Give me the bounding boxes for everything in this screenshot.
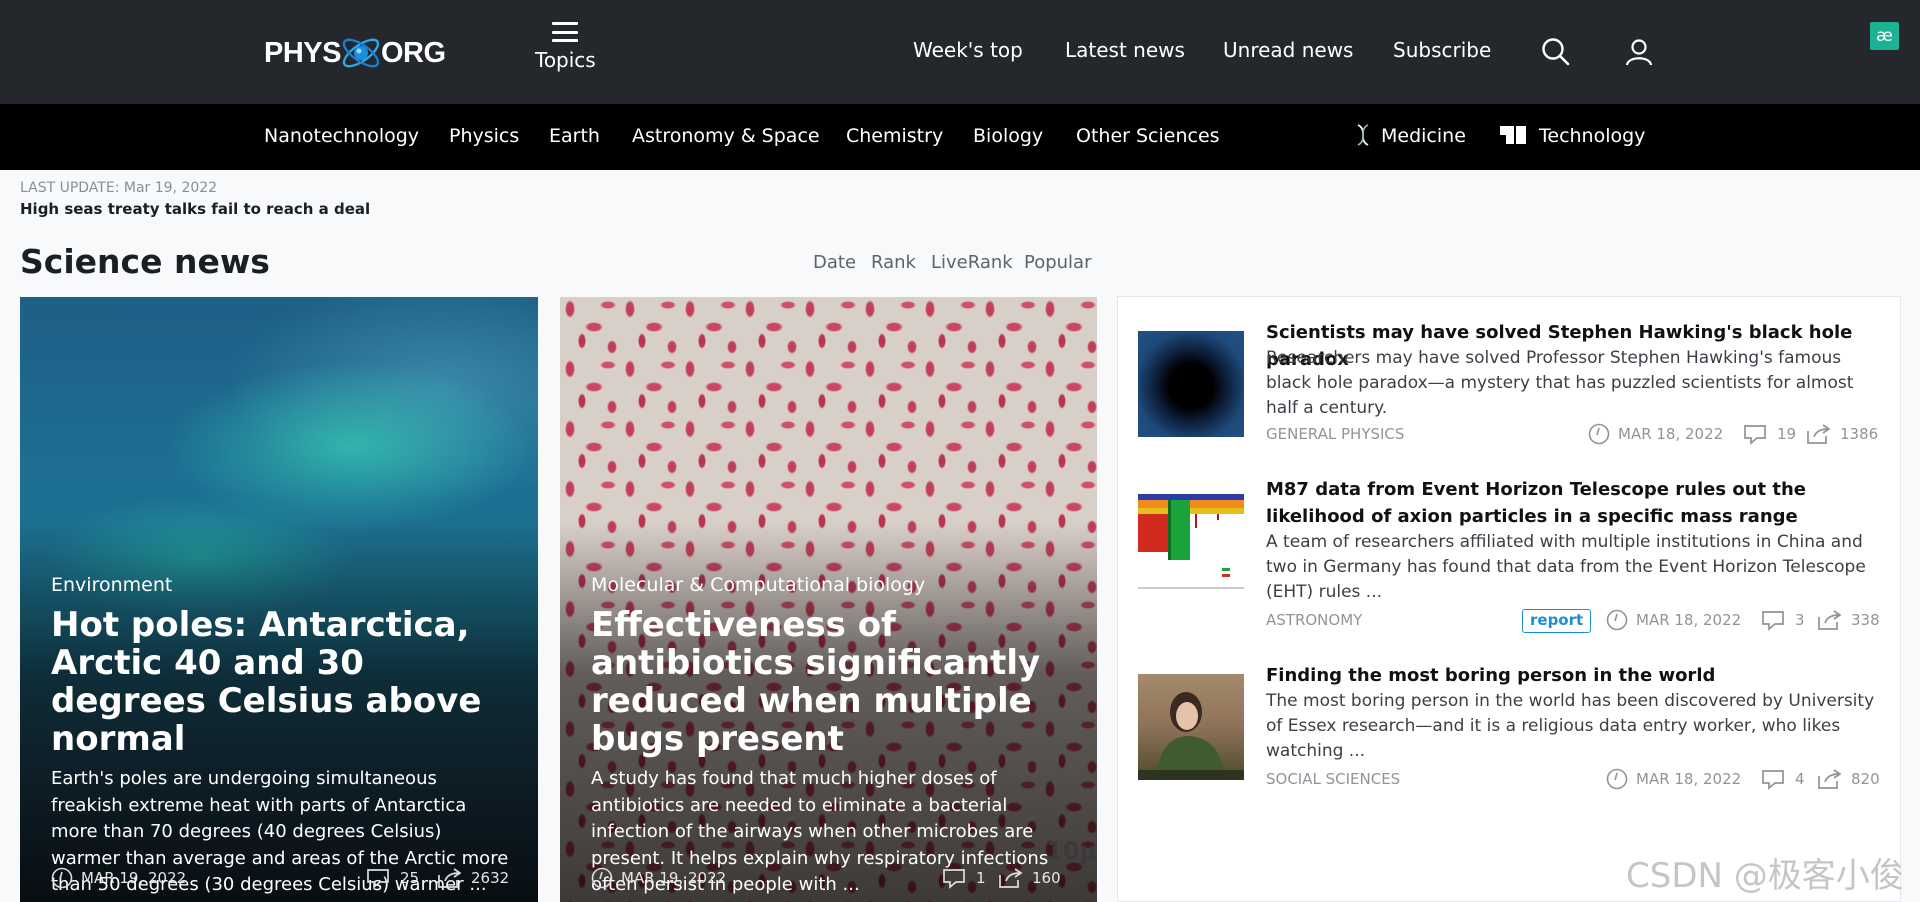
category-chemistry[interactable]: Chemistry: [846, 125, 943, 147]
card-meta: MAR 19, 2022 1 160: [591, 867, 1067, 889]
comment-icon: [367, 869, 389, 889]
thumbnail-black-hole[interactable]: [1138, 331, 1244, 437]
clock-icon: [1588, 423, 1610, 445]
logo-text-left: PHYS: [264, 36, 341, 69]
user-icon[interactable]: [1623, 36, 1655, 68]
topics-menu-button[interactable]: Topics: [535, 22, 596, 72]
clock-icon: [51, 867, 73, 889]
share-icon: [1818, 610, 1842, 630]
category-astronomy-space[interactable]: Astronomy & Space: [632, 125, 820, 147]
category-biology[interactable]: Biology: [973, 125, 1043, 147]
category-earth[interactable]: Earth: [549, 125, 600, 147]
list-item-category[interactable]: GENERAL PHYSICS: [1266, 425, 1404, 443]
clock-icon: [1606, 609, 1628, 631]
ae-extension-icon[interactable]: æ: [1870, 22, 1899, 50]
atom-logo-icon: [342, 38, 380, 68]
thumbnail-person[interactable]: [1138, 674, 1244, 780]
list-item-shares[interactable]: 338: [1817, 609, 1880, 631]
watermark: CSDN @极客小俊: [1626, 856, 1904, 896]
topics-label: Topics: [535, 48, 596, 72]
list-item-summary: The most boring person in the world has …: [1266, 691, 1875, 761]
dna-icon: [1357, 124, 1369, 146]
card-comments[interactable]: 25: [366, 867, 419, 889]
list-item-date: MAR 18, 2022: [1606, 609, 1741, 631]
thumbnail-axion-plot[interactable]: [1138, 488, 1244, 594]
card-date: MAR 19, 2022: [51, 867, 186, 889]
card-title[interactable]: Hot poles: Antarctica, Arctic 40 and 30 …: [51, 606, 510, 758]
list-item-comments[interactable]: 3: [1761, 609, 1805, 631]
list-item-summary: A team of researchers affiliated with mu…: [1266, 532, 1866, 602]
list-item-category[interactable]: ASTRONOMY: [1266, 611, 1362, 629]
nav-latest-news[interactable]: Latest news: [1065, 38, 1185, 62]
list-item-title[interactable]: M87 data from Event Horizon Telescope ru…: [1266, 476, 1876, 530]
comment-icon: [1762, 611, 1784, 631]
sort-tab-date[interactable]: Date: [813, 252, 856, 273]
feature-card[interactable]: Environment Hot poles: Antarctica, Arcti…: [20, 297, 538, 902]
category-bar: Nanotechnology Physics Earth Astronomy &…: [0, 104, 1920, 170]
comment-icon: [1744, 425, 1766, 445]
clock-icon: [1606, 768, 1628, 790]
hamburger-icon: [552, 22, 578, 42]
last-update-label: LAST UPDATE:: [20, 180, 120, 196]
share-icon: [999, 868, 1023, 888]
card-category[interactable]: Environment: [51, 574, 510, 596]
category-technology[interactable]: Technology: [1539, 125, 1645, 147]
sort-tab-rank[interactable]: Rank: [871, 252, 916, 273]
category-medicine[interactable]: Medicine: [1381, 125, 1466, 147]
list-item[interactable]: Finding the most boring person in the wo…: [1138, 662, 1882, 802]
list-item-meta: GENERAL PHYSICS MAR 18, 2022 19 1386: [1266, 423, 1882, 447]
list-item-shares[interactable]: 1386: [1806, 423, 1878, 445]
category-other-sciences[interactable]: Other Sciences: [1076, 125, 1220, 147]
list-item[interactable]: M87 data from Event Horizon Telescope ru…: [1138, 476, 1882, 636]
card-text: Environment Hot poles: Antarctica, Arcti…: [51, 574, 510, 899]
card-title[interactable]: Effectiveness of antibiotics significant…: [591, 606, 1069, 758]
share-icon: [438, 868, 462, 888]
last-update: LAST UPDATE: Mar 19, 2022: [20, 180, 217, 196]
nav-unread-news[interactable]: Unread news: [1223, 38, 1353, 62]
card-text: Molecular & Computational biology Effect…: [591, 574, 1069, 899]
last-update-headline[interactable]: High seas treaty talks fail to reach a d…: [20, 200, 370, 218]
sort-tab-liverank[interactable]: LiveRank: [931, 252, 1013, 273]
share-icon: [1807, 424, 1831, 444]
list-item-date: MAR 18, 2022: [1588, 423, 1723, 445]
category-physics[interactable]: Physics: [449, 125, 519, 147]
card-shares[interactable]: 2632: [437, 867, 509, 889]
list-item-date: MAR 18, 2022: [1606, 768, 1741, 790]
nav-weeks-top[interactable]: Week's top: [913, 38, 1023, 62]
list-item-shares[interactable]: 820: [1817, 768, 1880, 790]
list-item-category[interactable]: SOCIAL SCIENCES: [1266, 770, 1400, 788]
thumbnail-person-graphic: [1138, 692, 1244, 780]
thumbnail-plot-graphic: [1138, 494, 1244, 589]
card-shares[interactable]: 160: [998, 867, 1061, 889]
search-icon[interactable]: [1540, 36, 1572, 68]
list-item-summary: Researchers may have solved Professor St…: [1266, 348, 1854, 418]
comment-icon: [943, 869, 965, 889]
techxplore-icon: [1500, 126, 1526, 144]
clock-icon: [591, 867, 613, 889]
list-item[interactable]: Scientists may have solved Stephen Hawki…: [1138, 319, 1882, 459]
card-comments[interactable]: 1: [942, 867, 986, 889]
list-item-comments[interactable]: 4: [1761, 768, 1805, 790]
list-item-meta: SOCIAL SCIENCES MAR 18, 2022 4 820: [1266, 768, 1882, 792]
last-update-date: Mar 19, 2022: [123, 180, 218, 196]
report-badge[interactable]: report: [1522, 609, 1592, 633]
site-logo[interactable]: PHYS ORG: [264, 34, 446, 72]
list-item-meta: ASTRONOMY report MAR 18, 2022 3 338: [1266, 609, 1882, 633]
card-meta: MAR 19, 2022 25 2632: [51, 867, 509, 889]
card-category[interactable]: Molecular & Computational biology: [591, 574, 1069, 596]
news-list: Scientists may have solved Stephen Hawki…: [1117, 296, 1901, 902]
top-header: PHYS ORG Topics Week's top Latest news U…: [0, 0, 1920, 104]
comment-icon: [1762, 770, 1784, 790]
share-icon: [1818, 769, 1842, 789]
sort-tab-popular[interactable]: Popular: [1024, 252, 1092, 273]
nav-subscribe[interactable]: Subscribe: [1393, 38, 1491, 62]
section-title: Science news: [20, 242, 270, 281]
category-nanotechnology[interactable]: Nanotechnology: [264, 125, 419, 147]
card-date: MAR 19, 2022: [591, 867, 726, 889]
list-item-comments[interactable]: 19: [1743, 423, 1796, 445]
list-item-title[interactable]: Finding the most boring person in the wo…: [1266, 662, 1876, 689]
logo-text-right: ORG: [380, 36, 446, 69]
feature-card[interactable]: 10μ Molecular & Computational biology Ef…: [560, 297, 1097, 902]
